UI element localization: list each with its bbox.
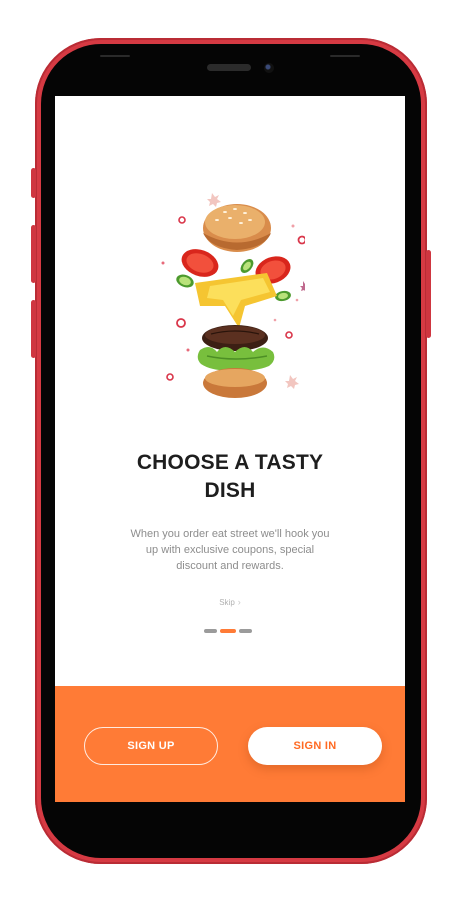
- front-camera-icon: [264, 63, 274, 73]
- earpiece-speaker: [207, 64, 251, 71]
- power-button: [426, 250, 431, 338]
- skip-link[interactable]: Skip ›: [205, 595, 255, 609]
- sign-in-label: SIGN IN: [293, 740, 337, 752]
- sign-up-label: SIGN UP: [127, 740, 175, 752]
- sign-up-button[interactable]: SIGN UP: [84, 727, 218, 765]
- page-indicator: [204, 629, 252, 633]
- page-dot-1[interactable]: [204, 629, 218, 633]
- page-dot-2-active[interactable]: [220, 629, 236, 633]
- page-title: CHOOSE A TASTY DISH: [75, 449, 385, 505]
- volume-down-button: [31, 300, 36, 358]
- page-title-line-1: CHOOSE A TASTY: [136, 451, 324, 474]
- bottom-bun: [203, 368, 267, 398]
- burger-illustration: [161, 193, 305, 398]
- page-dot-3[interactable]: [238, 629, 252, 633]
- chevron-right-icon: ›: [237, 597, 241, 607]
- volume-up-button: [31, 225, 36, 283]
- page-title-line-2: DISH: [204, 479, 256, 502]
- page-description: When you order eat street we'll hook you…: [130, 528, 330, 572]
- sign-in-button[interactable]: SIGN IN: [248, 727, 382, 765]
- bezel-line-left: [100, 55, 130, 57]
- mute-switch: [31, 168, 36, 198]
- cheese-slice: [195, 273, 277, 328]
- app-screen: CHOOSE A TASTY DISH When you order eat s…: [55, 96, 405, 802]
- bezel-line-right: [330, 55, 360, 57]
- beef-patty: [202, 325, 268, 351]
- top-bun: [203, 204, 271, 252]
- skip-label: Skip: [219, 597, 235, 607]
